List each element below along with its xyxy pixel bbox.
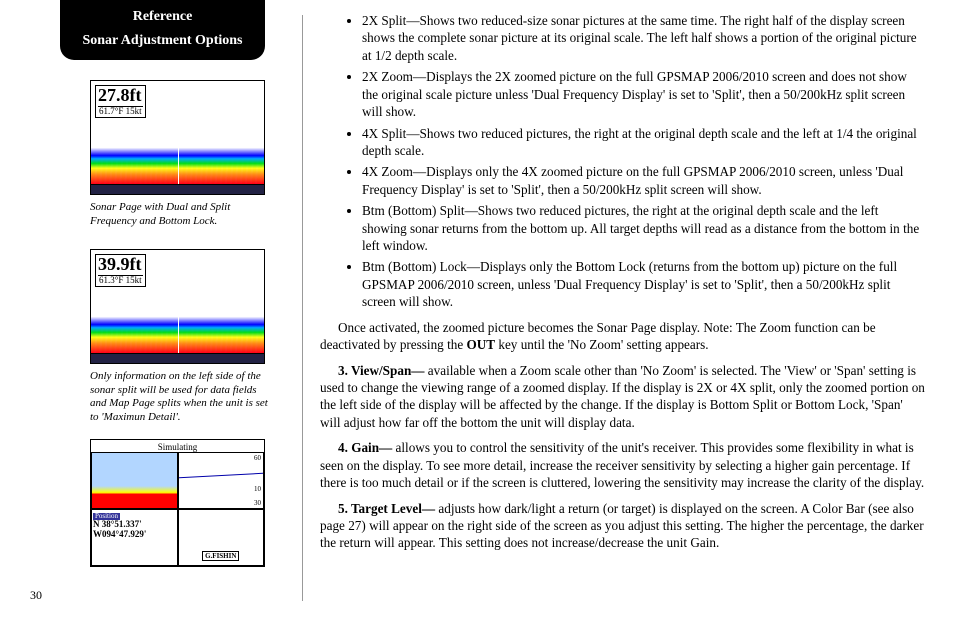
header-title-1: Reference bbox=[66, 8, 259, 26]
para-activated: Once activated, the zoomed picture becom… bbox=[320, 319, 925, 354]
simulating-label: Simulating bbox=[91, 442, 264, 452]
figure-2: 39.9ft 61.3°F 15kt Pointer On | Setup Nu… bbox=[90, 249, 265, 364]
quad-sonar bbox=[91, 452, 178, 509]
depth-value: 39.9ft bbox=[98, 255, 143, 275]
vertical-divider bbox=[302, 15, 303, 601]
quad-chart: 60 10 30 bbox=[178, 452, 265, 509]
temp-speed: 61.7°F 15kt bbox=[98, 106, 143, 117]
temp-speed: 61.3°F 15kt bbox=[98, 275, 143, 286]
lon: W094°47.929' bbox=[93, 529, 146, 539]
item-3-label: 3. View/Span— bbox=[338, 363, 424, 378]
figure-2-caption: Only information on the left side of the… bbox=[90, 370, 270, 425]
bullet-item: Btm (Bottom) Split—Shows two reduced pic… bbox=[362, 202, 925, 254]
item-4-label: 4. Gain— bbox=[338, 440, 392, 455]
split-line bbox=[178, 250, 179, 353]
bullet-item: 4X Zoom—Displays only the 4X zoomed pict… bbox=[362, 163, 925, 198]
depth-value: 27.8ft bbox=[98, 86, 143, 106]
item-3: 3. View/Span— available when a Zoom scal… bbox=[320, 362, 925, 432]
item-5-label: 5. Target Level— bbox=[338, 501, 435, 516]
item-4: 4. Gain— allows you to control the sensi… bbox=[320, 439, 925, 491]
bullet-list: 2X Split—Shows two reduced-size sonar pi… bbox=[320, 12, 925, 311]
sonar-screenshot-1: 27.8ft 61.7°F 15kt Pointer On | Setup Nu… bbox=[90, 80, 265, 195]
page-number: 30 bbox=[30, 588, 42, 603]
bullet-item: 2X Split—Shows two reduced-size sonar pi… bbox=[362, 12, 925, 64]
figure-1-caption: Sonar Page with Dual and Split Frequency… bbox=[90, 201, 270, 229]
out-key: OUT bbox=[466, 337, 495, 352]
sonar-screenshot-2: 39.9ft 61.3°F 15kt Pointer On | Setup Nu… bbox=[90, 249, 265, 364]
section-header: Reference Sonar Adjustment Options bbox=[60, 0, 265, 60]
quad-screenshot: Simulating 60 10 30 Position N 38°51.337… bbox=[90, 439, 265, 567]
quad-grid: 60 10 30 Position N 38°51.337' W094°47.9… bbox=[91, 452, 264, 566]
split-line bbox=[178, 81, 179, 184]
bullet-item: Btm (Bottom) Lock—Displays only the Bott… bbox=[362, 258, 925, 310]
bullet-item: 4X Split—Shows two reduced pictures, the… bbox=[362, 125, 925, 160]
bullet-item: 2X Zoom—Displays the 2X zoomed picture o… bbox=[362, 68, 925, 120]
quad-compass: G.FISHIN bbox=[178, 509, 265, 566]
sonar-menu-bar: Pointer On | Setup Nudge | Set Up Sonar … bbox=[91, 353, 264, 363]
header-title-2: Sonar Adjustment Options bbox=[66, 32, 259, 50]
figure-1: 27.8ft 61.7°F 15kt Pointer On | Setup Nu… bbox=[90, 80, 265, 195]
depth-reading-2: 39.9ft 61.3°F 15kt bbox=[95, 254, 146, 287]
left-column: Reference Sonar Adjustment Options 27.8f… bbox=[30, 0, 265, 567]
sonar-menu-bar: Pointer On | Setup Nudge | Set Up Sonar … bbox=[91, 184, 264, 194]
figure-3: Simulating 60 10 30 Position N 38°51.337… bbox=[90, 439, 265, 567]
para-text: key until the 'No Zoom' setting appears. bbox=[495, 337, 709, 352]
main-content: 2X Split—Shows two reduced-size sonar pi… bbox=[320, 12, 925, 560]
depth-reading-1: 27.8ft 61.7°F 15kt bbox=[95, 85, 146, 118]
quad-position: Position N 38°51.337' W094°47.929' bbox=[91, 509, 178, 566]
item-5: 5. Target Level— adjusts how dark/light … bbox=[320, 500, 925, 552]
gfishin-label: G.FISHIN bbox=[202, 551, 239, 561]
item-4-text: allows you to control the sensitivity of… bbox=[320, 440, 924, 490]
